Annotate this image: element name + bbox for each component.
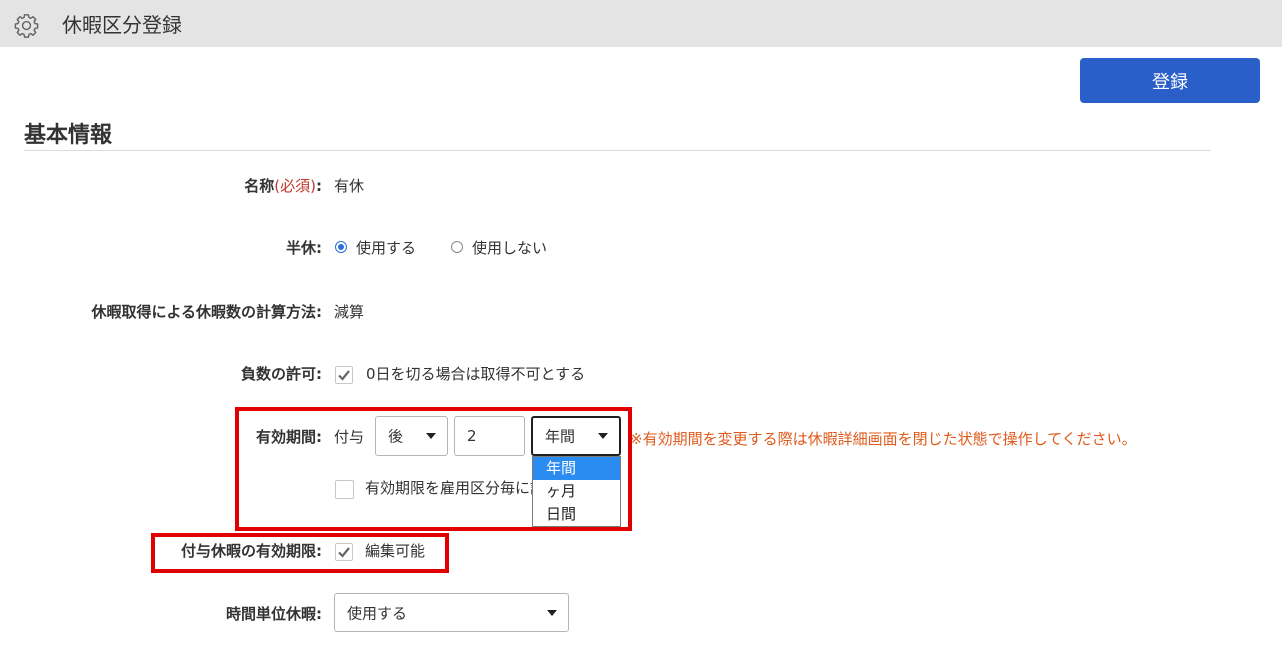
required-marker: (必須) [274, 177, 316, 195]
check-icon [338, 370, 350, 381]
section-divider [24, 150, 1211, 151]
calc-method-label: 休暇取得による休暇数の計算方法: [91, 303, 322, 321]
half-day-label: 半休: [286, 239, 322, 257]
name-label-text: 名称 [244, 177, 275, 195]
validity-note: ※有効期間を変更する際は休暇詳細画面を閉じた状態で操作してください。 [630, 430, 1137, 448]
highlight-box-validity [235, 407, 632, 531]
half-day-nouse-radio[interactable] [451, 241, 463, 253]
section-title: 基本情報 [24, 123, 113, 148]
half-day-use-radio[interactable] [335, 241, 347, 253]
chevron-down-icon [547, 609, 557, 616]
half-day-use-label: 使用する [356, 239, 417, 257]
highlight-box-granted-validity [151, 533, 449, 573]
calc-method-value: 減算 [334, 303, 365, 321]
name-label: 名称(必須): [244, 176, 322, 196]
negative-checkbox-label: 0日を切る場合は取得不可とする [366, 365, 586, 383]
page-title: 休暇区分登録 [62, 13, 182, 37]
name-label-colon: : [316, 177, 322, 195]
half-day-nouse-label: 使用しない [472, 239, 548, 257]
name-value: 有休 [334, 177, 365, 195]
hourly-value: 使用する [347, 604, 408, 622]
gear-icon[interactable] [13, 12, 40, 39]
hourly-select[interactable]: 使用する [334, 593, 569, 632]
register-button[interactable]: 登録 [1080, 58, 1260, 103]
negative-label: 負数の許可: [241, 365, 322, 383]
hourly-label: 時間単位休暇: [226, 605, 322, 623]
negative-checkbox[interactable] [335, 366, 353, 384]
header-bar: 休暇区分登録 [0, 0, 1282, 47]
